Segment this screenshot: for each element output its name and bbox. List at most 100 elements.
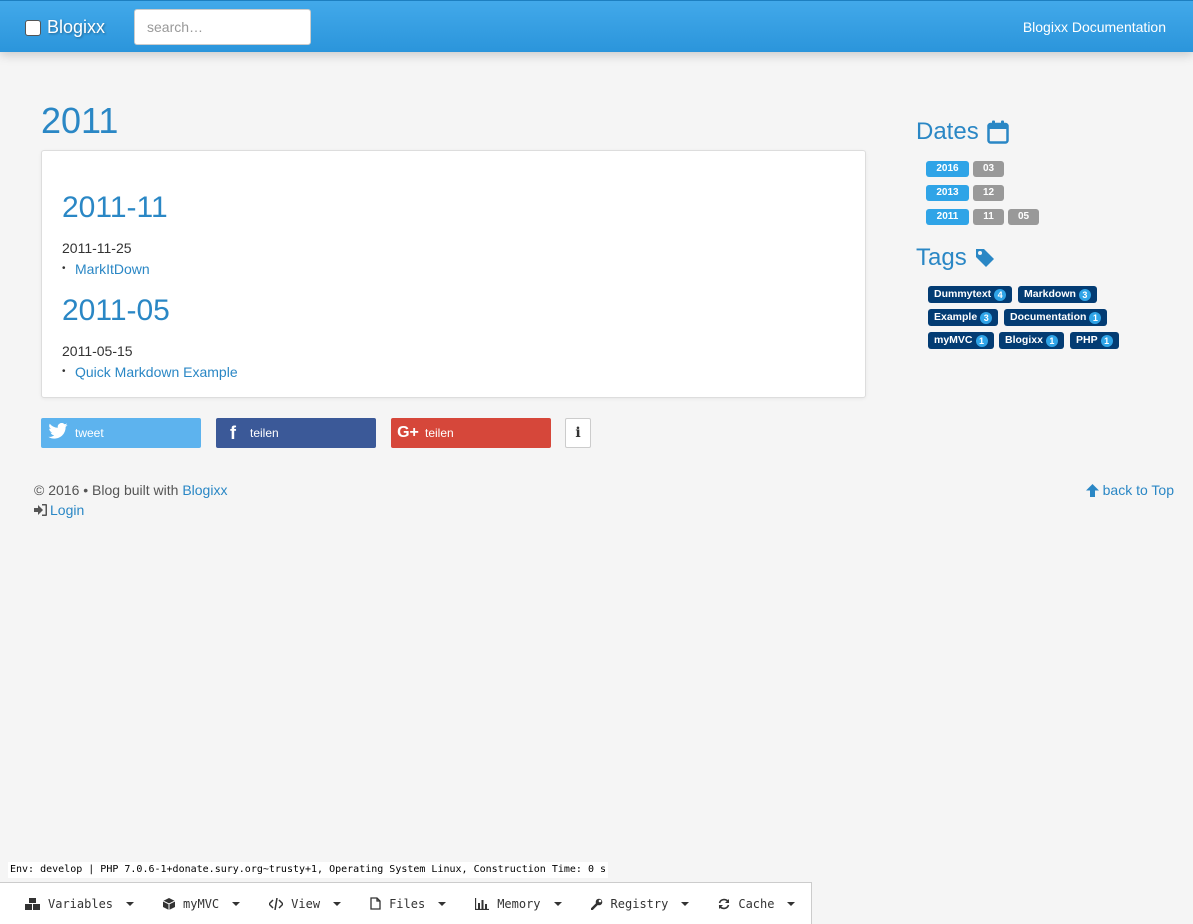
tags-title: Tags [916,244,967,271]
facebook-share-button[interactable]: f teilen [216,418,376,448]
refresh-icon [719,898,730,909]
debug-menu-label: myMVC [183,896,220,911]
tweet-button[interactable]: tweet [41,418,201,448]
tweet-label: tweet [75,426,104,440]
caret-down-icon [681,901,690,906]
debug-menu-label: Registry [610,896,669,911]
caret-down-icon [232,901,241,906]
debug-menu-memory[interactable]: Memory [475,896,562,911]
debug-menu-mymvc[interactable]: myMVC [163,896,241,911]
archive-month: 2011-11 2011-11-25 MarkItDown [62,191,168,279]
tag-badge[interactable]: Blogixx 1 [999,332,1064,349]
tag-count: 3 [980,311,993,324]
wrench-icon [590,898,602,910]
debug-menu-cache[interactable]: Cache [718,896,796,911]
post-list: Quick Markdown Example [62,362,238,382]
tag-count: 4 [994,288,1007,301]
login-link[interactable]: Login [50,500,84,520]
tag-badge[interactable]: PHP 1 [1070,332,1119,349]
tag-badge[interactable]: Dummytext 4 [928,286,1013,303]
debug-menu-view[interactable]: View [269,896,342,911]
date-month-badge[interactable]: 05 [1008,209,1039,225]
debug-menu-label: View [291,896,321,911]
debug-menu-files[interactable]: Files [370,896,447,911]
tag-name: Blogixx [1005,334,1043,346]
facebook-icon: f [230,422,236,443]
tag-name: Documentation [1010,311,1087,323]
caret-down-icon [787,901,796,906]
environment-info: Env: develop | PHP 7.0.6-1+donate.sury.o… [8,862,609,878]
caret-down-icon [438,901,447,906]
sign-in-icon [34,504,47,516]
post-link[interactable]: Quick Markdown Example [75,364,238,380]
brand-link[interactable]: Blogixx [25,17,105,38]
googleplus-share-label: teilen [425,426,454,440]
tag-count: 1 [1089,311,1102,324]
debug-menu-label: Cache [738,896,775,911]
dates-heading: Dates [916,118,1009,146]
login-line: Login [34,500,227,520]
googleplus-icon: G+ [397,424,419,441]
file-icon [370,897,381,910]
bar-chart-icon [475,897,490,910]
calendar-icon [986,120,1009,144]
tag-name: myMVC [934,334,973,346]
tag-badge[interactable]: myMVC 1 [928,332,994,349]
share-info-button[interactable]: i [565,418,591,448]
debug-menu-label: Memory [497,896,541,911]
archive-month: 2011-05 2011-05-15 Quick Markdown Exampl… [62,294,238,382]
twitter-icon [41,422,75,444]
dates-title: Dates [916,118,979,145]
documentation-link[interactable]: Blogixx Documentation [1023,19,1166,35]
month-heading: 2011-11 [62,191,168,224]
info-icon: i [575,425,581,441]
date-month-badge[interactable]: 11 [973,209,1004,225]
date-year-badge[interactable]: 2011 [926,209,969,225]
copyright-text: © 2016 • Blog built with [34,482,183,498]
tag-badge[interactable]: Example 3 [928,309,999,326]
tag-name: Markdown [1024,288,1076,300]
cube-icon [163,897,176,910]
cubes-icon [25,897,40,910]
post-list-item: MarkItDown [62,259,168,279]
facebook-share-label: teilen [250,426,279,440]
date-year-badge[interactable]: 2013 [926,185,969,201]
tag-count: 1 [1100,334,1113,347]
tag-badge[interactable]: Documentation 1 [1004,309,1108,326]
debug-toolbar: Variables myMVC View Files Memory Regist… [0,882,812,924]
search-input[interactable] [134,9,311,45]
month-heading: 2011-05 [62,294,170,327]
copyright-line: © 2016 • Blog built with Blogixx [34,480,227,500]
back-to-top-label: back to Top [1102,482,1174,498]
back-to-top-link[interactable]: back to Top [1085,480,1174,500]
date-month-badge[interactable]: 03 [973,161,1004,177]
caret-down-icon [553,901,562,906]
tag-name: Example [934,311,978,323]
debug-menu-registry[interactable]: Registry [590,896,690,911]
code-icon [269,897,284,910]
arrow-up-icon [1085,483,1099,497]
googleplus-share-button[interactable]: G+ teilen [391,418,551,448]
tag-icon [975,249,994,267]
post-list: MarkItDown [62,259,168,279]
date-month-badge[interactable]: 12 [973,185,1004,201]
tag-count: 1 [975,334,988,347]
blogixx-link[interactable]: Blogixx [182,482,227,498]
post-date: 2011-11-25 [62,240,132,256]
debug-menu-label: Variables [48,896,114,911]
tag-count: 3 [1078,288,1091,301]
top-navbar: Blogixx Blogixx Documentation [0,0,1193,52]
debug-menu-label: Files [389,896,426,911]
tags-heading: Tags [916,244,995,272]
date-year-badge[interactable]: 2016 [926,161,969,177]
tag-name: PHP [1076,334,1098,346]
caret-down-icon [126,901,135,906]
debug-menu-variables[interactable]: Variables [25,896,135,911]
tag-name: Dummytext [934,288,992,300]
post-link[interactable]: MarkItDown [75,261,150,277]
footer-info: © 2016 • Blog built with Blogixx Login [34,480,227,520]
page-title: 2011 [41,100,119,141]
tag-badge[interactable]: Markdown 3 [1018,286,1097,303]
archive-panel: 2011-11 2011-11-25 MarkItDown 2011-05 20… [41,150,866,398]
tag-count: 1 [1045,334,1058,347]
